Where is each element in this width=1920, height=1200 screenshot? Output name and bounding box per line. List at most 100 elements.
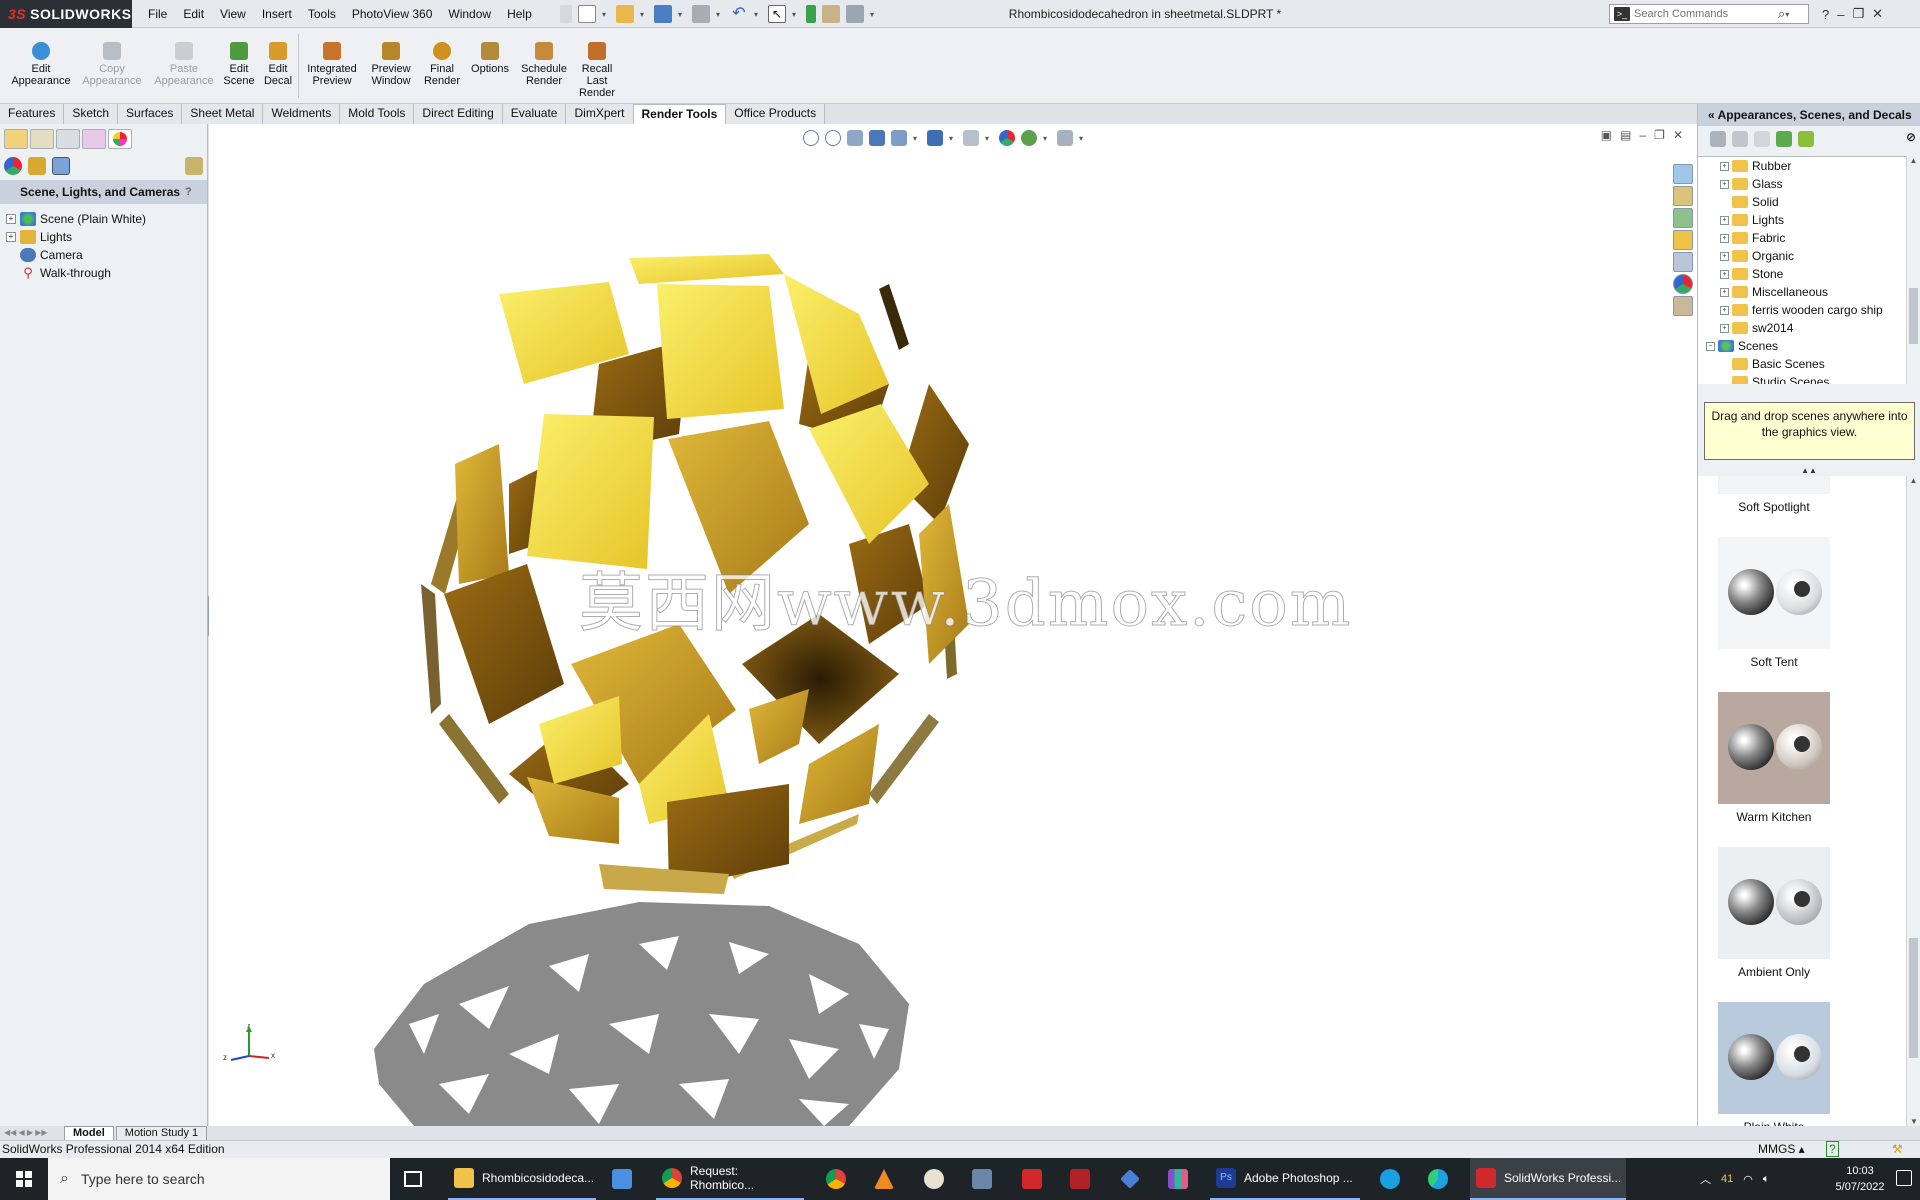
taskbar-calculator[interactable] (972, 1158, 996, 1200)
tab-office-products[interactable]: Office Products (726, 104, 826, 124)
edit-scene-button[interactable]: Edit Scene (220, 42, 258, 87)
help-icon[interactable]: ? (185, 186, 197, 198)
start-button[interactable] (0, 1158, 48, 1200)
rebuild-status-icon[interactable]: ⚒ (1892, 1142, 1903, 1156)
appearance-tree-item[interactable]: + Miscellaneous (1698, 283, 1906, 301)
scroll-thumb[interactable] (1909, 938, 1918, 1058)
tab-motion-study-1[interactable]: Motion Study 1 (115, 1126, 208, 1140)
expand-icon[interactable]: + (1720, 233, 1729, 243)
taskbar-chrome-2[interactable] (826, 1158, 850, 1200)
units-selector[interactable]: MMGS ▴ (1758, 1141, 1805, 1158)
tree-item-lights[interactable]: + Lights (0, 228, 207, 246)
search-input[interactable] (1634, 8, 1774, 20)
taskbar-store[interactable] (612, 1158, 636, 1200)
appearance-tree-item[interactable]: + Rubber (1698, 157, 1906, 175)
tree-scrollbar[interactable]: ▲ (1906, 156, 1920, 384)
chevron-down-icon[interactable]: ▾ (716, 10, 724, 19)
edit-appearance-button[interactable]: Edit Appearance (6, 42, 76, 87)
thumbnail-scrollbar[interactable]: ▲ ▼ (1906, 476, 1920, 1126)
taskbar-app-diamond[interactable] (1120, 1158, 1144, 1200)
tree-item-scene[interactable]: + Scene (Plain White) (0, 210, 207, 228)
notification-icon[interactable] (1896, 1170, 1912, 1186)
feature-tree-tab[interactable] (4, 129, 28, 149)
taskbar-clock[interactable]: 10:03 5/07/2022 (1830, 1163, 1890, 1195)
home-icon[interactable] (1673, 186, 1693, 206)
help-icon[interactable]: ? (1822, 7, 1829, 22)
taskbar-app-bars[interactable] (1168, 1158, 1192, 1200)
dimxpert-tab[interactable] (82, 129, 106, 149)
pane-splitter[interactable]: ▲▲ (1698, 467, 1920, 475)
options-icon[interactable] (846, 5, 864, 23)
tree-item-walk-through[interactable]: ⚲ Walk-through (0, 264, 207, 282)
task-view-button[interactable] (404, 1158, 428, 1200)
appearances-tab-icon[interactable] (1673, 274, 1693, 294)
appearance-tree-item[interactable]: + sw2014 (1698, 319, 1906, 337)
chevron-down-icon[interactable]: ▾ (640, 10, 648, 19)
taskbar-search[interactable]: ⌕ Type here to search (48, 1158, 390, 1200)
display-manager-tab[interactable] (108, 129, 132, 149)
taskbar-skype[interactable] (1380, 1158, 1404, 1200)
appearance-tree-item[interactable]: + ferris wooden cargo ship (1698, 301, 1906, 319)
integrated-preview-button[interactable]: Integrated Preview (302, 42, 362, 87)
decals-view-icon[interactable] (28, 157, 46, 175)
taskbar-edge[interactable] (1428, 1158, 1452, 1200)
expand-icon[interactable]: − (1706, 341, 1715, 351)
tab-mold-tools[interactable]: Mold Tools (340, 104, 415, 124)
configuration-tab[interactable] (56, 129, 80, 149)
close-icon[interactable]: ✕ (1872, 6, 1883, 22)
expand-icon[interactable]: + (1720, 215, 1729, 225)
expand-icon[interactable]: + (6, 232, 16, 242)
file-properties-icon[interactable] (822, 5, 840, 23)
taskbar-app-explorer[interactable]: Rhombicosidodeca... (448, 1158, 596, 1200)
open-folder-icon[interactable] (616, 5, 634, 23)
design-library-icon[interactable] (1673, 208, 1693, 228)
expand-icon[interactable]: + (6, 214, 16, 224)
tab-direct-editing[interactable]: Direct Editing (414, 104, 503, 124)
forward-icon[interactable] (1732, 131, 1748, 147)
menu-tools[interactable]: Tools (300, 0, 344, 28)
back-icon[interactable] (1710, 131, 1726, 147)
weather-temp[interactable]: 41 (1721, 1173, 1733, 1185)
print-icon[interactable] (692, 5, 710, 23)
expand-icon[interactable]: + (1720, 251, 1729, 261)
chevron-down-icon[interactable]: ▾ (1785, 10, 1793, 19)
pin-icon[interactable] (560, 5, 572, 23)
taskbar-vlc[interactable] (874, 1158, 898, 1200)
chevron-up-icon[interactable]: ︿ (1700, 1171, 1711, 1187)
appearances-view-icon[interactable] (4, 157, 22, 175)
scene-thumbnail[interactable]: Plain White (1718, 1002, 1830, 1126)
tab-sheet-metal[interactable]: Sheet Metal (182, 104, 264, 124)
appearance-tree-item[interactable]: Solid (1698, 193, 1906, 211)
restore-icon[interactable]: ❐ (1852, 6, 1864, 22)
tab-weldments[interactable]: Weldments (263, 104, 341, 124)
tab-render-tools[interactable]: Render Tools (633, 104, 727, 124)
expand-icon[interactable]: + (1720, 269, 1729, 279)
schedule-render-button[interactable]: Schedule Render (516, 42, 572, 87)
menu-photoview[interactable]: PhotoView 360 (344, 0, 441, 28)
appearance-tree-item[interactable]: Basic Scenes (1698, 355, 1906, 373)
scroll-up-icon[interactable]: ▲ (1907, 476, 1920, 485)
solidworks-resources-icon[interactable] (1673, 164, 1693, 184)
recall-last-render-button[interactable]: Recall Last Render (574, 42, 620, 99)
tree-item-camera[interactable]: Camera (0, 246, 207, 264)
menu-help[interactable]: Help (499, 0, 540, 28)
appearance-tree-item[interactable]: − Scenes (1698, 337, 1906, 355)
chevron-down-icon[interactable]: ▾ (678, 10, 686, 19)
tab-sketch[interactable]: Sketch (64, 104, 119, 124)
taskbar-app-solidworks[interactable]: SolidWorks Professi... (1470, 1158, 1626, 1200)
scene-thumbnail[interactable]: Ambient Only (1718, 847, 1830, 979)
search-commands[interactable]: >_ ⌕ ▾ (1609, 4, 1809, 24)
paste-appearance-button[interactable]: Paste Appearance (150, 42, 218, 87)
tab-features[interactable]: Features (0, 104, 65, 124)
scroll-thumb[interactable] (1909, 288, 1918, 344)
minimize-icon[interactable]: – (1837, 7, 1844, 22)
edit-decal-button[interactable]: Edit Decal (260, 42, 296, 87)
appearance-tree-item[interactable]: + Lights (1698, 211, 1906, 229)
custom-properties-icon[interactable] (1673, 296, 1693, 316)
options-button[interactable]: Options (466, 42, 514, 75)
chevron-down-icon[interactable]: ▾ (792, 10, 800, 19)
scene-thumbnail[interactable]: Soft Tent (1718, 537, 1830, 669)
undo-icon[interactable]: ↶ (730, 5, 748, 23)
taskbar-solidworks-a[interactable] (1022, 1158, 1046, 1200)
scene-thumbnail[interactable]: Warm Kitchen (1718, 692, 1830, 824)
